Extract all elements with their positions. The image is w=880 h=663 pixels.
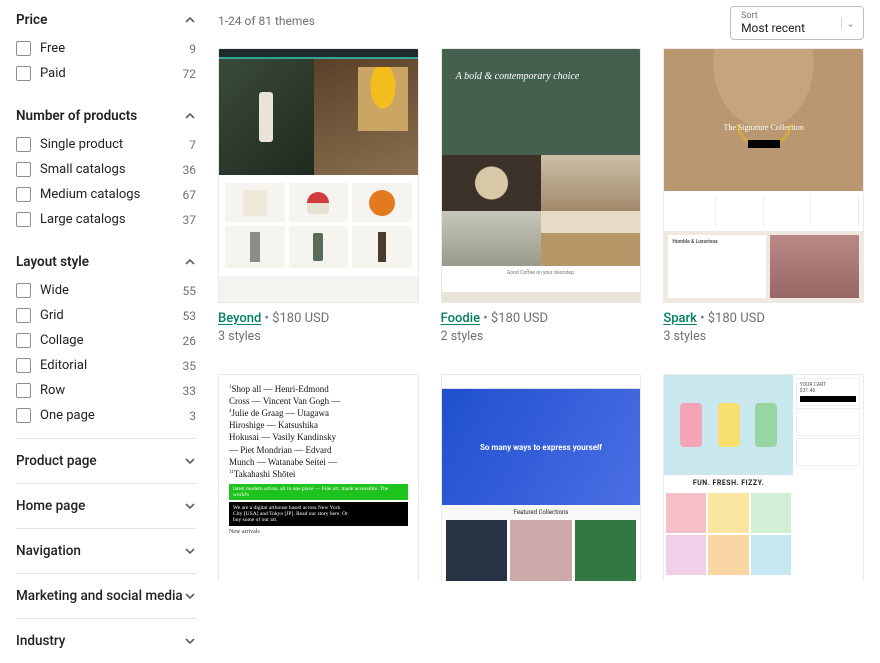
filter-option[interactable]: One page 3 <box>16 403 196 428</box>
filter-toggle-marketing[interactable]: Marketing and social media <box>16 573 196 618</box>
filter-label: Paid <box>40 66 66 81</box>
theme-thumbnail <box>218 48 419 303</box>
filter-title: Layout style <box>16 254 89 270</box>
chevron-up-icon <box>184 110 196 122</box>
sort-label: Sort <box>741 11 805 21</box>
filter-toggle-home-page[interactable]: Home page <box>16 483 196 528</box>
checkbox-icon[interactable] <box>16 333 31 348</box>
filter-group-products: Number of products Single product 7 Smal… <box>16 96 196 240</box>
filter-option[interactable]: Small catalogs 36 <box>16 157 196 182</box>
theme-card[interactable]: FUN. FRESH. FIZZY. YOUR CART $31.46 <box>663 374 864 581</box>
checkbox-icon[interactable] <box>16 308 31 323</box>
chevron-down-icon <box>184 500 196 512</box>
filter-toggle-products[interactable]: Number of products <box>16 96 196 132</box>
filter-option[interactable]: Editorial 35 <box>16 353 196 378</box>
theme-thumbnail: So many ways to express yourself Feature… <box>441 374 642 581</box>
filter-option-free[interactable]: Free 9 <box>16 36 196 61</box>
checkbox-icon[interactable] <box>16 358 31 373</box>
filter-group-price: Price Free 9 Paid <box>16 0 196 94</box>
filter-sidebar: Price Free 9 Paid <box>0 0 212 581</box>
theme-title-link[interactable]: Spark <box>663 311 697 326</box>
theme-thumbnail: A bold & contemporary choice Good Coffee… <box>441 48 642 303</box>
checkbox-icon[interactable] <box>16 187 31 202</box>
theme-price: • $180 USD <box>265 311 330 326</box>
theme-card[interactable]: So many ways to express yourself Feature… <box>441 374 642 581</box>
filter-option[interactable]: Single product 7 <box>16 132 196 157</box>
chevron-down-icon <box>184 590 196 602</box>
theme-thumbnail: FUN. FRESH. FIZZY. YOUR CART $31.46 <box>663 374 864 581</box>
checkbox-icon[interactable] <box>16 41 31 56</box>
checkbox-icon[interactable] <box>16 137 31 152</box>
theme-title-link[interactable]: Foodie <box>441 311 480 326</box>
filter-title: Number of products <box>16 108 137 124</box>
filter-group-layout: Layout style Wide 55 Grid 53 Collage 26 <box>16 242 196 436</box>
chevron-down-icon <box>184 455 196 467</box>
theme-card[interactable]: 1Shop all — Henri-Edmond Cross — Vincent… <box>218 374 419 581</box>
sort-select[interactable]: Sort Most recent <box>730 6 864 40</box>
results-count: 1-24 of 81 themes <box>218 6 315 28</box>
filter-toggle-navigation[interactable]: Navigation <box>16 528 196 573</box>
checkbox-icon[interactable] <box>16 66 31 81</box>
chevron-down-icon <box>184 635 196 647</box>
checkbox-icon[interactable] <box>16 212 31 227</box>
theme-thumbnail: The Signature Collection Humble & Luxuri… <box>663 48 864 303</box>
checkbox-icon[interactable] <box>16 408 31 423</box>
chevron-down-icon <box>184 545 196 557</box>
filter-option[interactable]: Collage 26 <box>16 328 196 353</box>
theme-price: • $180 USD <box>483 311 548 326</box>
filter-option-paid[interactable]: Paid 72 <box>16 61 196 86</box>
theme-card-spark[interactable]: The Signature Collection Humble & Luxuri… <box>663 48 864 352</box>
filter-count: 72 <box>183 67 197 81</box>
filter-option[interactable]: Row 33 <box>16 378 196 403</box>
filter-title: Price <box>16 12 47 28</box>
theme-card-beyond[interactable]: Beyond • $180 USD 3 styles <box>218 48 419 352</box>
filter-option[interactable]: Medium catalogs 67 <box>16 182 196 207</box>
theme-thumbnail: 1Shop all — Henri-Edmond Cross — Vincent… <box>218 374 419 581</box>
sort-value: Most recent <box>741 21 805 35</box>
chevron-down-icon <box>841 17 853 29</box>
filter-toggle-price[interactable]: Price <box>16 0 196 36</box>
filter-option[interactable]: Large catalogs 37 <box>16 207 196 232</box>
checkbox-icon[interactable] <box>16 383 31 398</box>
filter-label: Free <box>40 41 65 56</box>
chevron-up-icon <box>184 256 196 268</box>
checkbox-icon[interactable] <box>16 283 31 298</box>
filter-count: 9 <box>189 42 196 56</box>
filter-toggle-industry[interactable]: Industry <box>16 618 196 663</box>
theme-styles: 3 styles <box>218 329 419 344</box>
theme-grid: Beyond • $180 USD 3 styles A bold & cont… <box>218 48 864 581</box>
filter-toggle-layout[interactable]: Layout style <box>16 242 196 278</box>
filter-option[interactable]: Grid 53 <box>16 303 196 328</box>
theme-card-foodie[interactable]: A bold & contemporary choice Good Coffee… <box>441 48 642 352</box>
theme-styles: 3 styles <box>663 329 864 344</box>
filter-option[interactable]: Wide 55 <box>16 278 196 303</box>
checkbox-icon[interactable] <box>16 162 31 177</box>
theme-results: 1-24 of 81 themes Sort Most recent <box>212 0 880 581</box>
filter-toggle-product-page[interactable]: Product page <box>16 438 196 483</box>
theme-price: • $180 USD <box>700 311 765 326</box>
theme-styles: 2 styles <box>441 329 642 344</box>
theme-title-link[interactable]: Beyond <box>218 311 261 326</box>
chevron-up-icon <box>184 14 196 26</box>
